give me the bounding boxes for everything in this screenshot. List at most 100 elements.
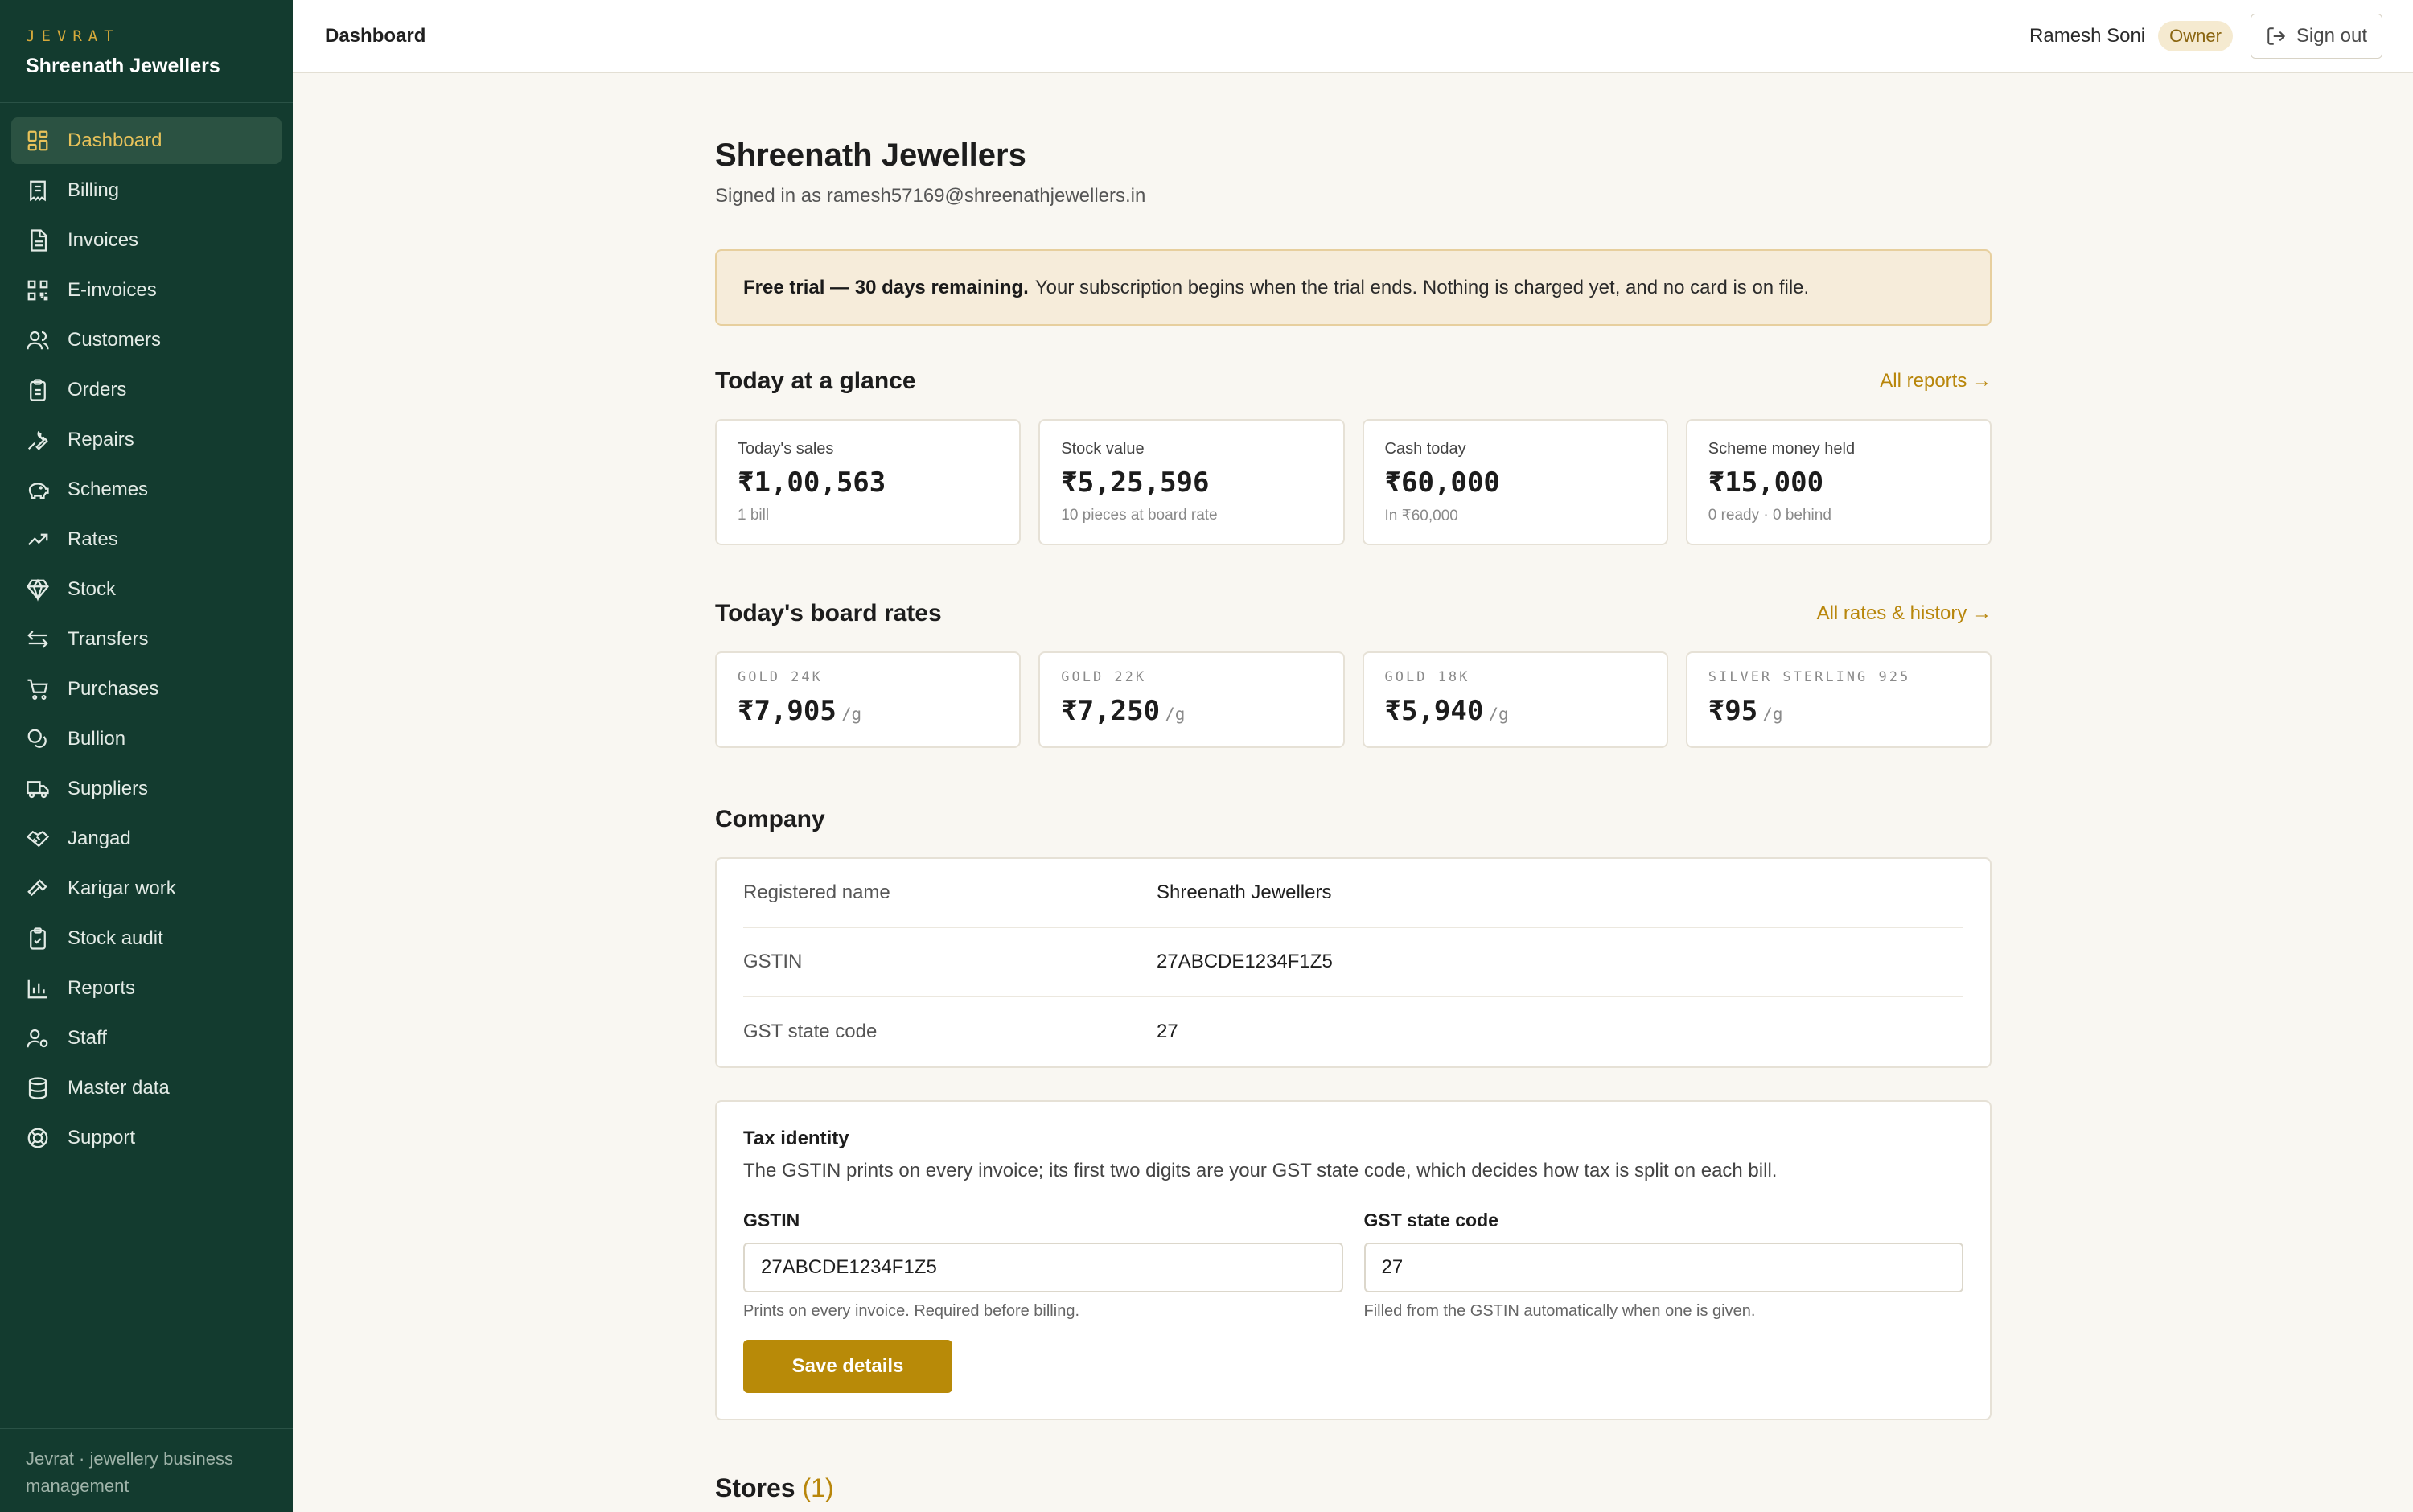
trending-up-icon	[26, 528, 50, 552]
tax-identity-description: The GSTIN prints on every invoice; its f…	[743, 1160, 1778, 1181]
sidebar-item-transfers[interactable]: Transfers	[11, 616, 282, 663]
dashboard-icon	[26, 129, 50, 153]
page-title: Shreenath Jewellers	[715, 138, 1026, 173]
sidebar-item-label: Transfers	[68, 628, 149, 650]
gstin-help: Prints on every invoice. Required before…	[743, 1302, 1079, 1320]
sidebar-item-label: Support	[68, 1127, 136, 1148]
sidebar-item-label: Suppliers	[68, 778, 149, 799]
stat-value: ₹5,25,596	[1061, 466, 1210, 499]
coins-icon	[26, 727, 50, 751]
sidebar-item-stock[interactable]: Stock	[11, 566, 282, 613]
gem-icon	[26, 577, 50, 602]
sidebar-item-dashboard[interactable]: Dashboard	[11, 117, 282, 164]
rate-value: ₹7,250	[1061, 695, 1161, 727]
rate-unit: /g	[1488, 705, 1509, 724]
sidebar-item-label: Jangad	[68, 828, 131, 849]
sidebar-item-label: Schemes	[68, 479, 149, 500]
save-details-button[interactable]: Save details	[743, 1340, 952, 1393]
rate-value: ₹95	[1708, 695, 1758, 727]
sidebar-item-label: Purchases	[68, 678, 159, 700]
sidebar-item-repairs[interactable]: Repairs	[11, 417, 282, 463]
sidebar-item-label: Invoices	[68, 229, 139, 251]
sidebar-item-karigar-work[interactable]: Karigar work	[11, 865, 282, 912]
all-rates-link[interactable]: All rates & history →	[1817, 602, 1992, 625]
sidebar-item-jangad[interactable]: Jangad	[11, 816, 282, 862]
cart-icon	[26, 677, 50, 701]
sidebar-item-suppliers[interactable]: Suppliers	[11, 766, 282, 812]
users-icon	[26, 328, 50, 352]
rates-title: Today's board rates	[715, 600, 942, 627]
sidebar-item-label: Billing	[68, 179, 120, 201]
gstin-input[interactable]	[743, 1243, 1343, 1292]
stat-sub: In ₹60,000	[1384, 507, 1458, 524]
database-icon	[26, 1076, 50, 1100]
qr-icon	[26, 278, 50, 302]
trial-banner: Free trial — 30 days remaining. Your sub…	[715, 249, 1992, 326]
stat-label: Stock value	[1061, 440, 1145, 458]
piggy-bank-icon	[26, 478, 50, 502]
rate-card-gold-22k: GOLD 22K ₹7,250/g	[1038, 651, 1345, 748]
stat-label: Cash today	[1384, 440, 1466, 458]
sidebar-item-label: Bullion	[68, 728, 126, 750]
rate-value: ₹7,905	[738, 695, 837, 727]
sidebar-item-staff[interactable]: Staff	[11, 1015, 282, 1062]
sidebar-item-master-data[interactable]: Master data	[11, 1065, 282, 1111]
sign-out-button[interactable]: Sign out	[2250, 14, 2382, 59]
company-details: Registered name Shreenath Jewellers GSTI…	[715, 857, 1992, 1068]
all-reports-link[interactable]: All reports →	[1880, 370, 1992, 392]
sidebar-item-orders[interactable]: Orders	[11, 367, 282, 413]
brand-name: Shreenath Jewellers	[26, 55, 220, 77]
state-code-label: GST state code	[1363, 1210, 1498, 1231]
rate-unit: /g	[1762, 705, 1783, 724]
sign-out-icon	[2267, 27, 2286, 45]
sidebar-item-label: Customers	[68, 329, 162, 351]
stat-card-stock-value: Stock value ₹5,25,596 10 pieces at board…	[1038, 419, 1345, 545]
rate-unit: /g	[1165, 705, 1186, 724]
rate-unit: /g	[841, 705, 862, 724]
rate-label: GOLD 18K	[1384, 669, 1470, 685]
company-row: GST state code 27	[743, 997, 1963, 1066]
sidebar-item-e-invoices[interactable]: E-invoices	[11, 267, 282, 314]
rate-value: ₹5,940	[1384, 695, 1484, 727]
sidebar-item-stock-audit[interactable]: Stock audit	[11, 915, 282, 962]
sidebar-item-invoices[interactable]: Invoices	[11, 217, 282, 264]
role-badge: Owner	[2158, 21, 2233, 51]
clipboard-check-icon	[26, 927, 50, 951]
stat-sub: 10 pieces at board rate	[1061, 507, 1218, 524]
stores-heading: Stores (1)	[715, 1473, 1992, 1503]
sidebar-item-rates[interactable]: Rates	[11, 516, 282, 563]
sidebar-footer: Jevrat · jewellery business management	[0, 1428, 293, 1512]
stat-card-cash-today: Cash today ₹60,000 In ₹60,000	[1362, 419, 1668, 545]
company-value: 27	[1157, 1021, 1178, 1042]
company-key: GSTIN	[743, 951, 803, 972]
transfer-icon	[26, 627, 50, 651]
sidebar-item-purchases[interactable]: Purchases	[11, 666, 282, 713]
sidebar-item-billing[interactable]: Billing	[11, 167, 282, 214]
sidebar-item-support[interactable]: Support	[11, 1115, 282, 1161]
stat-label: Today's sales	[738, 440, 834, 458]
user-cog-icon	[26, 1026, 50, 1050]
sidebar-item-bullion[interactable]: Bullion	[11, 716, 282, 762]
gstin-field-group: GSTIN Prints on every invoice. Required …	[743, 1210, 1343, 1321]
brand: JEVRAT Shreenath Jewellers	[0, 0, 293, 103]
stores-title: Stores	[715, 1473, 795, 1502]
stat-value: ₹60,000	[1384, 466, 1500, 499]
sidebar-item-reports[interactable]: Reports	[11, 965, 282, 1012]
stat-sub: 0 ready · 0 behind	[1708, 507, 1831, 524]
handshake-icon	[26, 827, 50, 851]
brand-kicker: JEVRAT	[26, 27, 120, 45]
state-code-input[interactable]	[1363, 1243, 1963, 1292]
state-code-help: Filled from the GSTIN automatically when…	[1363, 1302, 1756, 1320]
sidebar-item-label: Rates	[68, 528, 118, 550]
rate-label: SILVER STERLING 925	[1708, 669, 1911, 685]
state-code-field-group: GST state code Filled from the GSTIN aut…	[1363, 1210, 1963, 1321]
sidebar-nav: Dashboard Billing Invoices E-invoices Cu…	[0, 103, 293, 1161]
company-value: Shreenath Jewellers	[1157, 881, 1332, 903]
sidebar-item-schemes[interactable]: Schemes	[11, 466, 282, 513]
invoice-icon	[26, 228, 50, 253]
tax-identity-form: Tax identity The GSTIN prints on every i…	[715, 1100, 1992, 1420]
trial-banner-bold: Free trial — 30 days remaining.	[743, 276, 1029, 298]
stat-card-todays-sales: Today's sales ₹1,00,563 1 bill	[715, 419, 1022, 545]
sidebar-item-customers[interactable]: Customers	[11, 317, 282, 364]
sidebar-item-label: Orders	[68, 379, 127, 401]
